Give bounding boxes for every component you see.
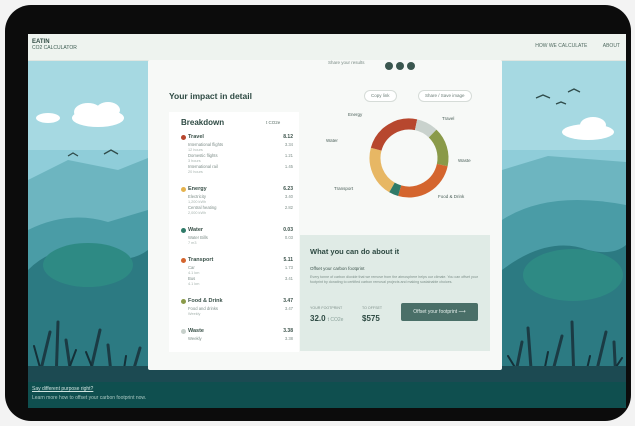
donut-segment-waste (414, 119, 437, 138)
footer: Say different purpose right? Learn more … (28, 382, 626, 408)
category-color-dot (181, 228, 186, 233)
category-value: 6.23 (283, 186, 293, 192)
donut-label-travel: Travel (442, 116, 455, 121)
item-label: Car (188, 265, 195, 270)
breakdown-category: Travel 8.12 International flights 3.34 12 ho… (181, 134, 293, 175)
category-header: Transport 5.11 (181, 257, 293, 265)
category-header: Travel 8.12 (181, 134, 293, 142)
item-value: 2.82 (284, 205, 293, 210)
category-value: 0.03 (283, 227, 293, 233)
category-color-dot (181, 299, 186, 304)
breakdown-category: Water 0.03 Water Bills 0.03 7 m3 (181, 227, 293, 246)
breakdown-panel: Breakdown t CO2e Travel 8.12 International… (169, 112, 299, 352)
item-value: 0.03 (284, 235, 293, 240)
breakdown-category: Transport 5.11 Car 1.73 4.1 km Bus 3.41 4.1 km (181, 257, 293, 287)
category-name: Energy (188, 186, 207, 192)
category-name: Water (188, 227, 204, 233)
item-note: 20 hours (188, 170, 203, 174)
breakdown-category: Waste 3.38 Weekly 3.38 (181, 328, 293, 342)
donut-segment-food (428, 129, 449, 167)
item-note: 4.1 km (188, 282, 200, 286)
item-label: Weekly (188, 336, 202, 341)
tablet-frame: EATIN CO2 CALCULATOR HOW WE CALCULATE AB… (5, 5, 631, 421)
item-label: International rail (188, 164, 218, 169)
item-value: 3.34 (284, 142, 293, 147)
category-name: Waste (188, 328, 204, 334)
item-value: 1.45 (284, 164, 293, 169)
category-value: 5.11 (283, 257, 293, 263)
offset-subtitle: Offset your carbon footprint (310, 266, 365, 271)
footer-note: Learn more how to offset your carbon foo… (32, 395, 147, 401)
footer-link[interactable]: Say different purpose right? (32, 386, 93, 392)
breakdown-category: Food & Drink 3.47 Food and drinks 3.47 Weekl… (181, 298, 293, 317)
offset-stat-value: $575 (362, 314, 380, 323)
donut-label-transport: Transport (334, 186, 354, 191)
breakdown-item: Weekly 3.38 (181, 336, 293, 342)
category-name: Transport (188, 257, 214, 263)
item-note: 2,000 kWh (188, 211, 207, 215)
donut-label-water: Water (326, 138, 338, 143)
screen: EATIN CO2 CALCULATOR HOW WE CALCULATE AB… (28, 34, 626, 408)
offset-panel: What you can do about it Offset your car… (300, 235, 490, 351)
item-value: 3.41 (284, 276, 293, 281)
category-name: Food & Drink (188, 298, 223, 304)
category-color-dot (181, 329, 186, 334)
donut-label-energy: Energy (348, 112, 363, 117)
footprint-donut-chart: Energy Travel Waste Food & Drink Transpo… (326, 100, 486, 220)
top-navigation-bar: EATIN CO2 CALCULATOR HOW WE CALCULATE AB… (28, 34, 626, 61)
category-color-dot (181, 187, 186, 192)
item-label: International flights (188, 142, 224, 147)
category-color-dot (181, 258, 186, 263)
item-label: Central heating (188, 205, 217, 210)
category-color-dot (181, 135, 186, 140)
category-header: Water 0.03 (181, 227, 293, 235)
category-value: 3.38 (283, 328, 293, 334)
category-value: 8.12 (283, 134, 293, 140)
item-value: 3.40 (284, 194, 293, 199)
top-links: HOW WE CALCULATE ABOUT (521, 43, 620, 49)
footprint-stat-label: YOUR FOOTPRINT (310, 306, 343, 310)
category-header: Waste 3.38 (181, 328, 293, 336)
item-label: Domestic flights (188, 153, 218, 158)
breakdown-unit: t CO2e (266, 120, 281, 125)
category-header: Food & Drink 3.47 (181, 298, 293, 306)
category-header: Energy 6.23 (181, 186, 293, 194)
item-value: 1.21 (284, 153, 293, 158)
donut-segment-energy (369, 147, 396, 193)
item-label: Bus (188, 276, 196, 281)
breakdown-title: Breakdown (181, 118, 225, 127)
share-buttons (385, 57, 418, 75)
donut-label-waste: Waste (458, 158, 471, 163)
nav-link-how-we-calculate[interactable]: HOW WE CALCULATE (535, 43, 587, 49)
item-value: 1.73 (284, 265, 293, 270)
share-circle-icon[interactable] (396, 62, 404, 70)
share-circle-icon[interactable] (407, 62, 415, 70)
offset-title: What you can do about it (310, 247, 400, 256)
site-logo[interactable]: EATIN CO2 CALCULATOR (32, 39, 77, 51)
item-note: 7 m3 (188, 241, 197, 245)
item-value: 3.47 (284, 306, 293, 311)
share-text: Share your results (328, 60, 365, 65)
item-note: Weekly (188, 312, 201, 316)
category-name: Travel (188, 134, 204, 140)
breakdown-category: Energy 6.23 Electricity 3.40 1,200 kWh Centra… (181, 186, 293, 216)
offset-stat-label: TO OFFSET (362, 306, 383, 310)
donut-segment-travel (370, 118, 418, 151)
results-card: Share your results Your impact in detail… (148, 60, 502, 370)
item-label: Water Bills (188, 235, 208, 240)
donut-label-food: Food & Drink (438, 194, 465, 199)
item-value: 3.38 (284, 336, 293, 341)
donut-segment-water (389, 182, 402, 196)
footprint-stat-value: 32.0 t CO2e (310, 314, 344, 323)
item-label: Food and drinks (188, 306, 219, 311)
donut-segment-transport (398, 163, 448, 198)
share-circle-icon[interactable] (385, 62, 393, 70)
offset-footprint-button[interactable]: Offset your footprint ⟶ (401, 303, 478, 321)
impact-heading: Your impact in detail (169, 91, 252, 101)
offset-description: Every tonne of carbon dioxide that we re… (310, 275, 478, 284)
nav-link-about[interactable]: ABOUT (603, 43, 620, 49)
item-label: Electricity (188, 194, 206, 199)
category-value: 3.47 (283, 298, 293, 304)
